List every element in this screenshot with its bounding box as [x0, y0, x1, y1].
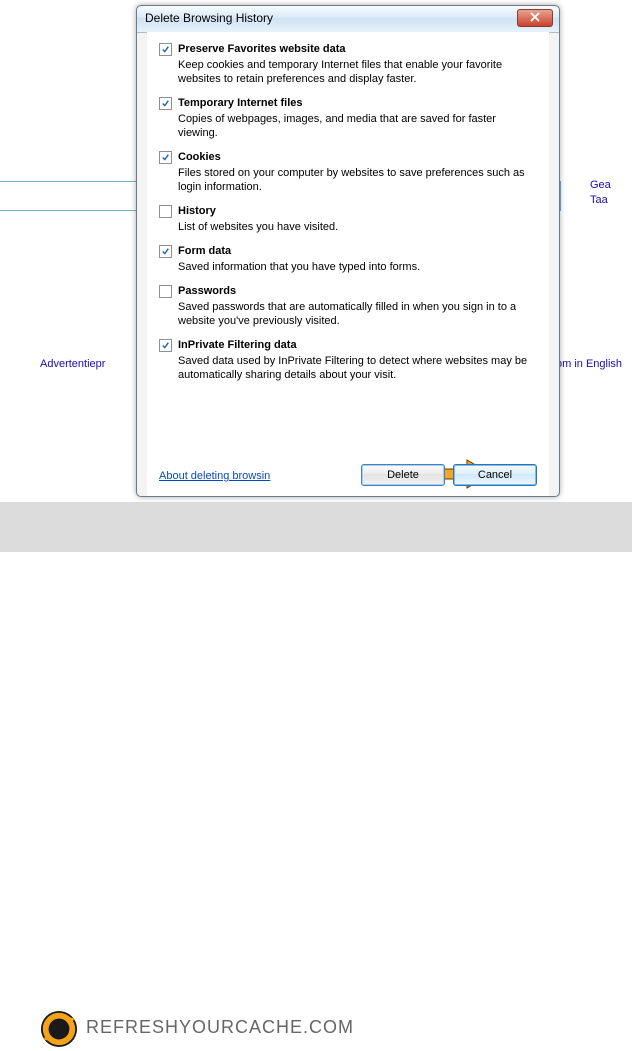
checkbox-4[interactable] — [159, 245, 172, 258]
option-description: Saved information that you have typed in… — [178, 260, 528, 274]
option-2: Cookies Files stored on your computer by … — [159, 150, 537, 194]
option-1: Temporary Internet files Copies of webpag… — [159, 96, 537, 140]
site-name: REFRESHYOURCACHE.COM — [86, 1017, 354, 1038]
checkbox-0[interactable] — [159, 43, 172, 56]
delete-button[interactable]: Delete — [361, 464, 445, 486]
option-description: Saved passwords that are automatically f… — [178, 300, 528, 328]
checkbox-5[interactable] — [159, 285, 172, 298]
option-label: Preserve Favorites website data — [178, 42, 346, 56]
search-side-links: Gea Taa — [590, 178, 611, 208]
option-label: Form data — [178, 244, 231, 258]
checkbox-3[interactable] — [159, 205, 172, 218]
option-0: Preserve Favorites website data Keep cook… — [159, 42, 537, 86]
dialog-titlebar[interactable]: Delete Browsing History — [137, 6, 559, 33]
option-label: Cookies — [178, 150, 221, 164]
option-description: Copies of webpages, images, and media th… — [178, 112, 528, 140]
option-description: Keep cookies and temporary Internet file… — [178, 58, 528, 86]
cancel-button[interactable]: Cancel — [453, 464, 537, 486]
option-6: InPrivate Filtering data Saved data used … — [159, 338, 537, 382]
option-3: History List of websites you have visited… — [159, 204, 537, 234]
option-label: Temporary Internet files — [178, 96, 303, 110]
site-logo-icon — [40, 1010, 78, 1048]
option-5: Passwords Saved passwords that are automa… — [159, 284, 537, 328]
advertising-link[interactable]: Advertentiepr — [40, 358, 105, 370]
language-tools-link[interactable]: Taa — [590, 194, 608, 206]
checkbox-6[interactable] — [159, 339, 172, 352]
option-description: List of websites you have visited. — [178, 220, 528, 234]
option-description: Saved data used by InPrivate Filtering t… — [178, 354, 528, 382]
close-button[interactable] — [517, 9, 553, 27]
advanced-search-link[interactable]: Gea — [590, 179, 611, 191]
checkbox-2[interactable] — [159, 151, 172, 164]
delete-browsing-history-dialog: Delete Browsing History Preserve Favorit… — [136, 5, 560, 497]
option-label: InPrivate Filtering data — [178, 338, 297, 352]
close-icon — [530, 12, 540, 25]
dialog-title: Delete Browsing History — [145, 11, 273, 25]
checkbox-1[interactable] — [159, 97, 172, 110]
in-english-link[interactable]: om in English — [556, 358, 622, 370]
option-label: History — [178, 204, 216, 218]
option-description: Files stored on your computer by website… — [178, 166, 528, 194]
page-footer: REFRESHYOURCACHE.COM — [0, 502, 632, 552]
option-4: Form data Saved information that you have… — [159, 244, 537, 274]
about-deleting-link[interactable]: About deleting browsin — [159, 470, 270, 482]
option-label: Passwords — [178, 284, 236, 298]
